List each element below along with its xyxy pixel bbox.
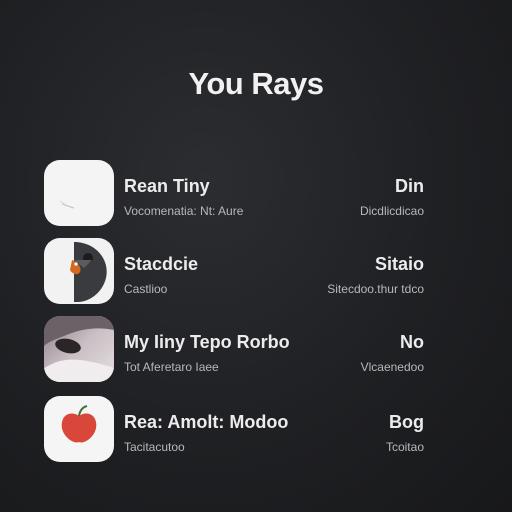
item-subtitle: Castlioo [124, 282, 168, 296]
item-title: My Iiny Tepo Rorbo [124, 332, 290, 352]
list-item[interactable]: My Iiny Tepo Rorbo Tot Aferetaro Iaee No… [44, 316, 424, 382]
app-screen: You Rays Rean Tiny Vocomenatia: Nt: Aure… [0, 0, 512, 512]
list-item[interactable]: Rea: Amolt: Modoo Tacitacutoo Bog Tcoita… [44, 396, 424, 462]
item-value: Din [395, 176, 424, 196]
item-title: Rean Tiny [124, 176, 210, 196]
page-title: You Rays [188, 66, 324, 101]
item-title: Rea: Amolt: Modoo [124, 412, 289, 432]
apple-app-icon [44, 396, 114, 462]
item-subtitle: Tacitacutoo [124, 440, 185, 454]
item-meta: Dicdlicdicao [359, 204, 424, 218]
item-title: Stacdcie [124, 254, 199, 274]
item-value: Sitaio [374, 254, 424, 274]
item-value: Bog [389, 412, 424, 432]
list-item[interactable]: Stacdcie Castlioo Sitaio Sitecdoo.thur t… [44, 238, 424, 304]
item-value: No [400, 332, 424, 352]
item-meta: Vlcaenedoo [360, 360, 424, 374]
item-subtitle: Vocomenatia: Nt: Aure [124, 204, 244, 218]
blank-app-icon [44, 160, 114, 226]
list-item[interactable]: Rean Tiny Vocomenatia: Nt: Aure Din Dicd… [44, 160, 424, 226]
item-meta: Sitecdoo.thur tdco [327, 282, 424, 296]
bird-app-icon [44, 238, 114, 304]
photo-thumbnail-icon [44, 316, 114, 382]
item-subtitle: Tot Aferetaro Iaee [124, 360, 219, 374]
item-meta: Tcoitao [385, 440, 424, 454]
